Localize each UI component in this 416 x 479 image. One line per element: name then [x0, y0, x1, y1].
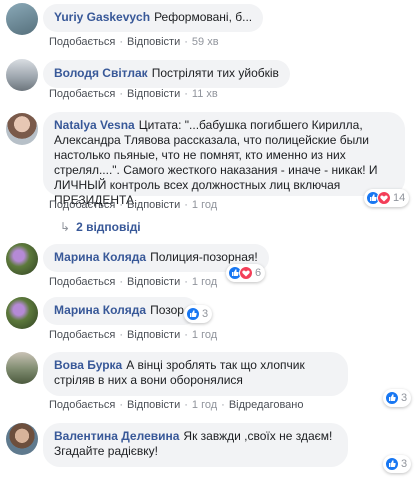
- like-link[interactable]: Подобається: [49, 199, 115, 211]
- reaction-summary[interactable]: 3: [383, 455, 412, 473]
- comment-time[interactable]: 1 год: [192, 329, 217, 341]
- reply-link[interactable]: Відповісти: [127, 36, 180, 48]
- comment-actions: Подобається · Відповісти · 1 год: [49, 329, 217, 341]
- reaction-summary[interactable]: 6: [226, 264, 266, 282]
- comment-actions: Подобається · Відповісти · 1 год: [49, 199, 217, 211]
- reaction-summary[interactable]: 14: [364, 189, 410, 207]
- separator: ·: [119, 329, 123, 341]
- comment-actions: Подобається · Відповісти · 59 хв: [49, 36, 219, 48]
- separator: ·: [221, 399, 225, 411]
- reply-link[interactable]: Відповісти: [127, 199, 180, 211]
- avatar[interactable]: [6, 113, 38, 145]
- reaction-count: 3: [401, 392, 408, 404]
- comment-bubble: Yuriy Gaskevych Реформовані, б...: [43, 4, 264, 32]
- love-reaction-icon: [377, 191, 391, 205]
- separator: ·: [119, 199, 123, 211]
- comment-author[interactable]: Вова Бурка: [54, 358, 122, 372]
- reply-arrow-icon: ↳: [60, 220, 71, 234]
- like-link[interactable]: Подобається: [49, 276, 115, 288]
- comment-text: Реформовані, б...: [154, 10, 253, 24]
- like-link[interactable]: Подобається: [49, 399, 115, 411]
- comment-text: Постріляти тих уйобків: [151, 66, 279, 80]
- comment-time[interactable]: 1 год: [192, 399, 217, 411]
- comment-author[interactable]: Марина Коляда: [54, 303, 146, 317]
- comment-actions: Подобається · Відповісти · 11 хв: [49, 88, 218, 100]
- like-reaction-icon: [385, 391, 399, 405]
- separator: ·: [184, 199, 188, 211]
- avatar[interactable]: [6, 3, 38, 35]
- comment-bubble: Валентина Делевина Як завжди ,своїх не зд…: [43, 423, 348, 467]
- like-link[interactable]: Подобається: [49, 36, 115, 48]
- reply-link[interactable]: Відповісти: [127, 276, 180, 288]
- comment-author[interactable]: Yuriy Gaskevych: [54, 10, 150, 24]
- avatar[interactable]: [6, 243, 38, 275]
- separator: ·: [184, 329, 188, 341]
- comment-author[interactable]: Марина Коляда: [54, 250, 146, 264]
- reply-link[interactable]: Відповісти: [127, 399, 180, 411]
- comment-author[interactable]: Natalya Vesna: [54, 118, 135, 132]
- separator: ·: [184, 399, 188, 411]
- avatar[interactable]: [6, 423, 38, 455]
- reply-link[interactable]: Відповісти: [127, 88, 180, 100]
- comment-actions: Подобається · Відповісти · 1 год: [49, 276, 217, 288]
- comment-author[interactable]: Валентина Делевина: [54, 429, 179, 443]
- avatar[interactable]: [6, 297, 38, 329]
- reply-link[interactable]: Відповісти: [127, 329, 180, 341]
- separator: ·: [119, 399, 123, 411]
- avatar[interactable]: [6, 59, 38, 91]
- comment-bubble: Вова Бурка А вінці зроблять так що хлопчи…: [43, 352, 348, 396]
- reaction-count: 14: [393, 192, 406, 204]
- reaction-count: 3: [401, 458, 408, 470]
- comment-time[interactable]: 11 хв: [192, 88, 218, 100]
- separator: ·: [119, 276, 123, 288]
- separator: ·: [119, 36, 123, 48]
- reaction-summary[interactable]: 3: [184, 305, 213, 323]
- like-link[interactable]: Подобається: [49, 329, 115, 341]
- comment-bubble: Марина Коляда Позор.: [43, 297, 199, 325]
- view-replies-link[interactable]: ↳ 2 відповіді: [60, 220, 141, 234]
- comment-author[interactable]: Володя Світлак: [54, 66, 148, 80]
- separator: ·: [184, 36, 188, 48]
- like-link[interactable]: Подобається: [49, 88, 115, 100]
- replies-count-label: 2 відповіді: [76, 220, 141, 234]
- avatar[interactable]: [6, 352, 38, 384]
- reaction-count: 6: [255, 267, 262, 279]
- edited-link[interactable]: Відредаговано: [229, 399, 304, 411]
- comment-text: Позор.: [150, 303, 188, 317]
- comment-time[interactable]: 59 хв: [192, 36, 219, 48]
- comment-time[interactable]: 1 год: [192, 276, 217, 288]
- love-reaction-icon: [239, 266, 253, 280]
- separator: ·: [184, 276, 188, 288]
- comment-text: Полиция-позорная!: [150, 250, 258, 264]
- comment-actions: Подобається · Відповісти · 1 год · Відредагова…: [49, 399, 304, 411]
- separator: ·: [184, 88, 188, 100]
- comment-bubble: Natalya Vesna Цитата: "...бабушка погибше…: [43, 112, 405, 207]
- separator: ·: [119, 88, 123, 100]
- like-reaction-icon: [186, 307, 200, 321]
- comment-bubble: Володя Світлак Постріляти тих уйобків: [43, 60, 290, 88]
- reaction-count: 3: [202, 308, 209, 320]
- like-reaction-icon: [385, 457, 399, 471]
- comment-time[interactable]: 1 год: [192, 199, 217, 211]
- reaction-summary[interactable]: 3: [383, 389, 412, 407]
